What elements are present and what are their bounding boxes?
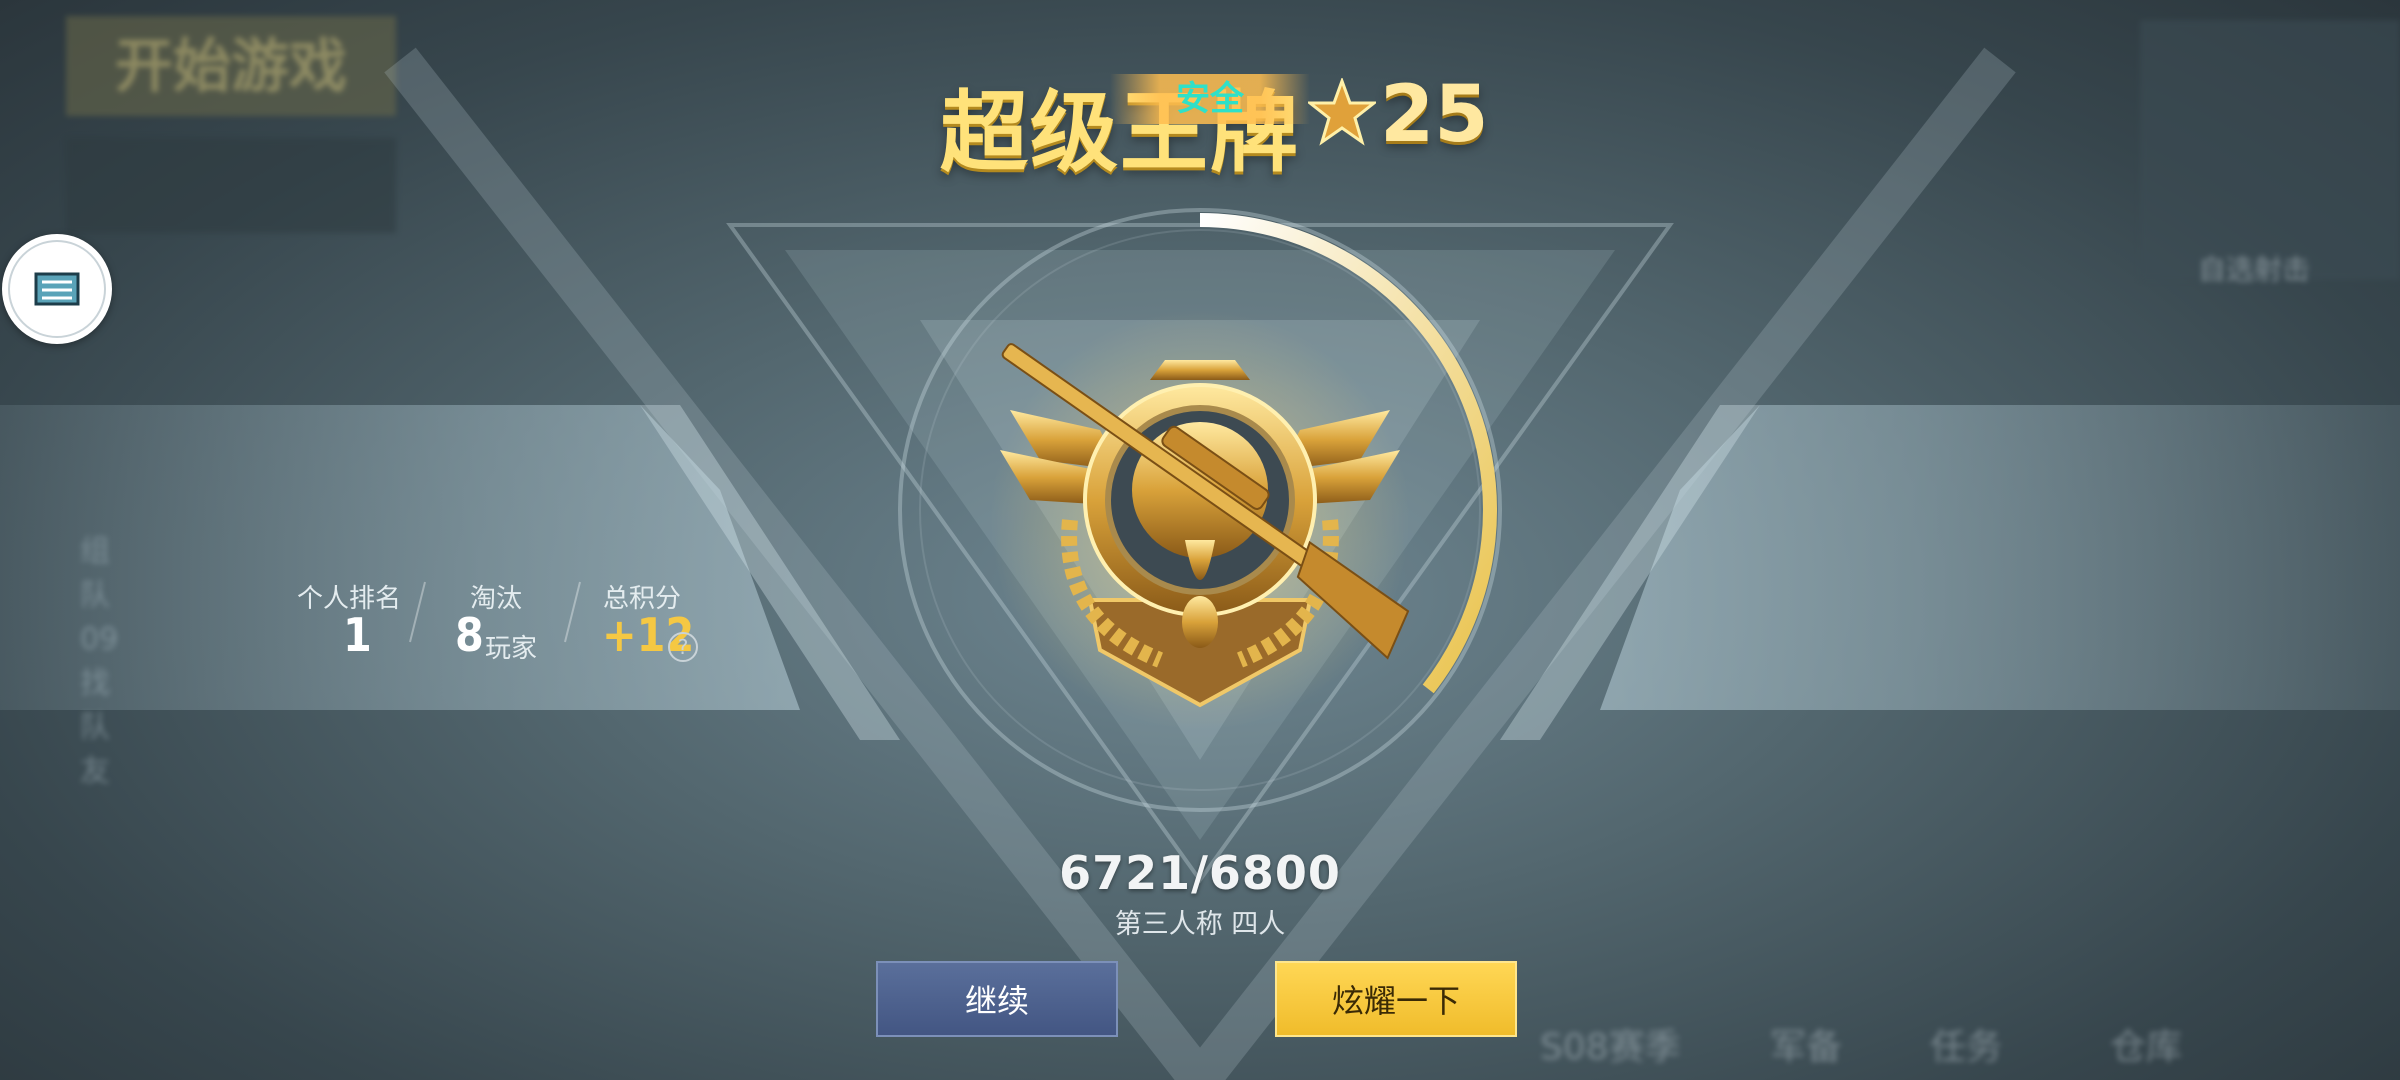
game-mode: 第三人称 四人 — [1114, 909, 1286, 940]
rank-value: 1 — [343, 608, 372, 662]
star-icon — [1308, 78, 1376, 146]
floating-assistant-glyph — [8, 240, 106, 338]
kills-value: 8 — [455, 608, 484, 662]
floating-assistant-icon[interactable] — [2, 234, 112, 344]
kills-unit: 玩家 — [485, 634, 538, 664]
safety-overlay-tag: 安全 — [1110, 74, 1310, 124]
question-mark-icon[interactable]: ? — [668, 632, 698, 662]
continue-button[interactable]: 继续 — [876, 961, 1118, 1037]
share-button[interactable]: 炫耀一下 — [1275, 961, 1517, 1037]
star-count: 25 — [1380, 70, 1489, 160]
rank-points: 6721/6800 — [1059, 846, 1341, 900]
